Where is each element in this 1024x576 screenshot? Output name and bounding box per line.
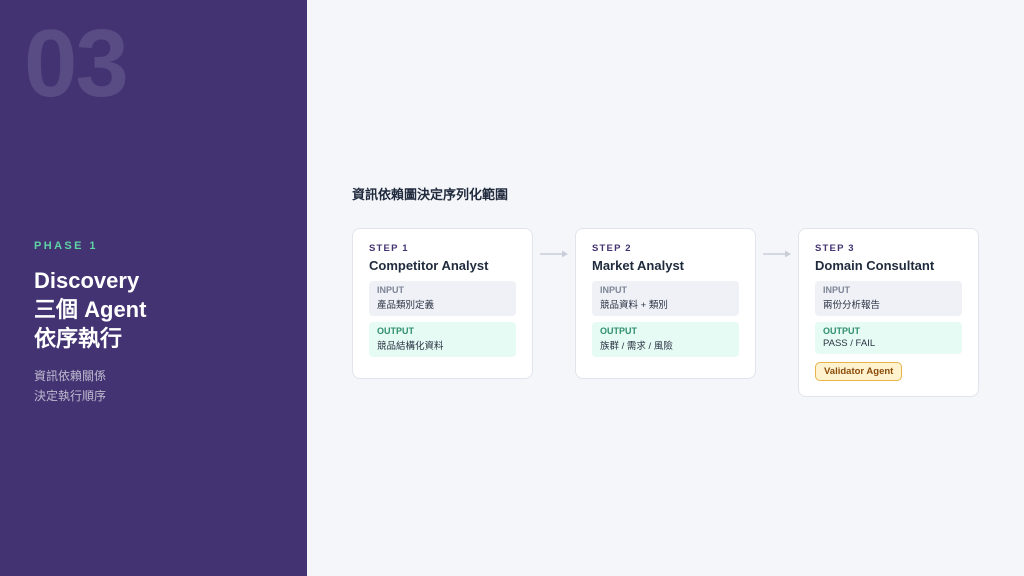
output-label: OUTPUT: [823, 326, 860, 336]
step-label: STEP 1: [369, 243, 409, 254]
output-box: OUTPUT 競品結構化資料: [369, 322, 516, 357]
input-value: 產品類別定義: [377, 300, 435, 311]
step-name: Domain Consultant: [815, 258, 935, 273]
phase-subtitle-line: 決定執行順序: [34, 389, 107, 403]
output-value: 競品結構化資料: [377, 341, 444, 352]
input-box: INPUT 兩份分析報告: [815, 281, 962, 316]
phase-title-line: 依序執行: [34, 326, 123, 351]
step-label: STEP 2: [592, 243, 632, 254]
output-value: PASS / FAIL: [823, 338, 876, 349]
input-label: INPUT: [823, 285, 850, 295]
input-box: INPUT 產品類別定義: [369, 281, 516, 316]
validator-agent-badge: Validator Agent: [815, 362, 903, 381]
input-value: 兩份分析報告: [823, 300, 881, 311]
step-card-competitor-analyst: STEP 1 Competitor Analyst INPUT 產品類別定義 O…: [352, 228, 533, 379]
phase-title-line: Discovery: [34, 268, 140, 293]
arrow-right-icon: [756, 228, 798, 280]
step-card-domain-consultant: STEP 3 Domain Consultant INPUT 兩份分析報告 OU…: [798, 228, 979, 397]
step-label: STEP 3: [815, 243, 855, 254]
phase-title: Discovery 三個 Agent 依序執行: [34, 266, 146, 353]
phase-subtitle: 資訊依賴關係 決定執行順序: [34, 366, 106, 406]
step-name: Market Analyst: [592, 258, 684, 273]
phase-title-line: 三個 Agent: [34, 297, 147, 322]
step-flow: STEP 1 Competitor Analyst INPUT 產品類別定義 O…: [352, 228, 979, 397]
input-value: 競品資料 + 類別: [600, 300, 668, 311]
step-name: Competitor Analyst: [369, 258, 489, 273]
output-box: OUTPUT PASS / FAIL: [815, 322, 962, 354]
phase-label: PHASE 1: [34, 240, 98, 252]
output-label: OUTPUT: [377, 326, 414, 336]
input-label: INPUT: [377, 285, 404, 295]
output-box: OUTPUT 族群 / 需求 / 風險: [592, 322, 739, 357]
output-value: 族群 / 需求 / 風險: [600, 341, 673, 352]
step-card-market-analyst: STEP 2 Market Analyst INPUT 競品資料 + 類別 OU…: [575, 228, 756, 379]
output-label: OUTPUT: [600, 326, 637, 336]
phase-subtitle-line: 資訊依賴關係: [34, 369, 107, 383]
phase-number: 03: [24, 10, 129, 117]
slide: 03 PHASE 1 Discovery 三個 Agent 依序執行 資訊依賴關…: [0, 0, 1024, 576]
arrow-right-icon: [533, 228, 575, 280]
input-box: INPUT 競品資料 + 類別: [592, 281, 739, 316]
flow-area: 資訊依賴圖決定序列化範圍 STEP 1 Competitor Analyst I…: [307, 0, 1024, 576]
input-label: INPUT: [600, 285, 627, 295]
phase-panel: 03 PHASE 1 Discovery 三個 Agent 依序執行 資訊依賴關…: [0, 0, 307, 576]
flow-title: 資訊依賴圖決定序列化範圍: [352, 187, 509, 202]
